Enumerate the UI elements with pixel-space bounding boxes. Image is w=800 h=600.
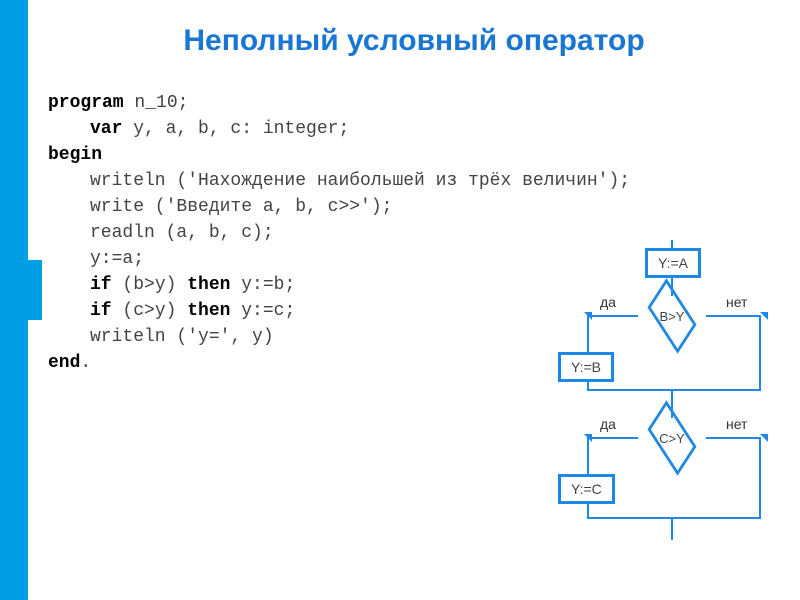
keyword-var: var xyxy=(90,119,122,139)
flowchart-lines xyxy=(500,240,780,580)
code-line: begin xyxy=(48,142,630,168)
keyword-if: if xyxy=(90,275,112,295)
flow-label-no: нет xyxy=(726,416,747,432)
keyword-then: then xyxy=(187,301,230,321)
code-text: y:=c; xyxy=(230,301,295,321)
keyword-end: end xyxy=(48,353,80,373)
code-line: write ('Введите a, b, c>>'); xyxy=(90,194,630,220)
flow-box-yc: Y:=C xyxy=(558,474,615,504)
flowchart: Y:=A B>Y да нет Y:=B C>Y да нет Y:=C xyxy=(500,240,780,580)
flow-cond-label: B>Y xyxy=(660,309,685,324)
flow-box-ya: Y:=A xyxy=(645,248,701,278)
flow-label-yes: да xyxy=(600,294,616,310)
code-text: y:=b; xyxy=(230,275,295,295)
flow-label-yes: да xyxy=(600,416,616,432)
code-text: y, a, b, c: integer; xyxy=(122,119,349,139)
flow-cond-label: C>Y xyxy=(659,431,685,446)
code-text: (b>y) xyxy=(112,275,188,295)
flow-diamond-by: B>Y xyxy=(638,296,706,336)
keyword-program: program xyxy=(48,93,124,113)
keyword-begin: begin xyxy=(48,145,102,165)
code-line: var y, a, b, c: integer; xyxy=(90,116,630,142)
keyword-if: if xyxy=(90,301,112,321)
flow-label-no: нет xyxy=(726,294,747,310)
slide-title: Неполный условный оператор xyxy=(40,24,788,58)
keyword-then: then xyxy=(187,275,230,295)
flow-diamond-cy: C>Y xyxy=(638,418,706,458)
code-text: . xyxy=(80,353,91,373)
left-accent-bar-inner xyxy=(14,260,42,320)
code-line: program n_10; xyxy=(48,90,630,116)
flow-box-yb: Y:=B xyxy=(558,352,614,382)
code-line: writeln ('Нахождение наибольшей из трёх … xyxy=(90,168,630,194)
code-text: (c>y) xyxy=(112,301,188,321)
code-text: n_10; xyxy=(124,93,189,113)
